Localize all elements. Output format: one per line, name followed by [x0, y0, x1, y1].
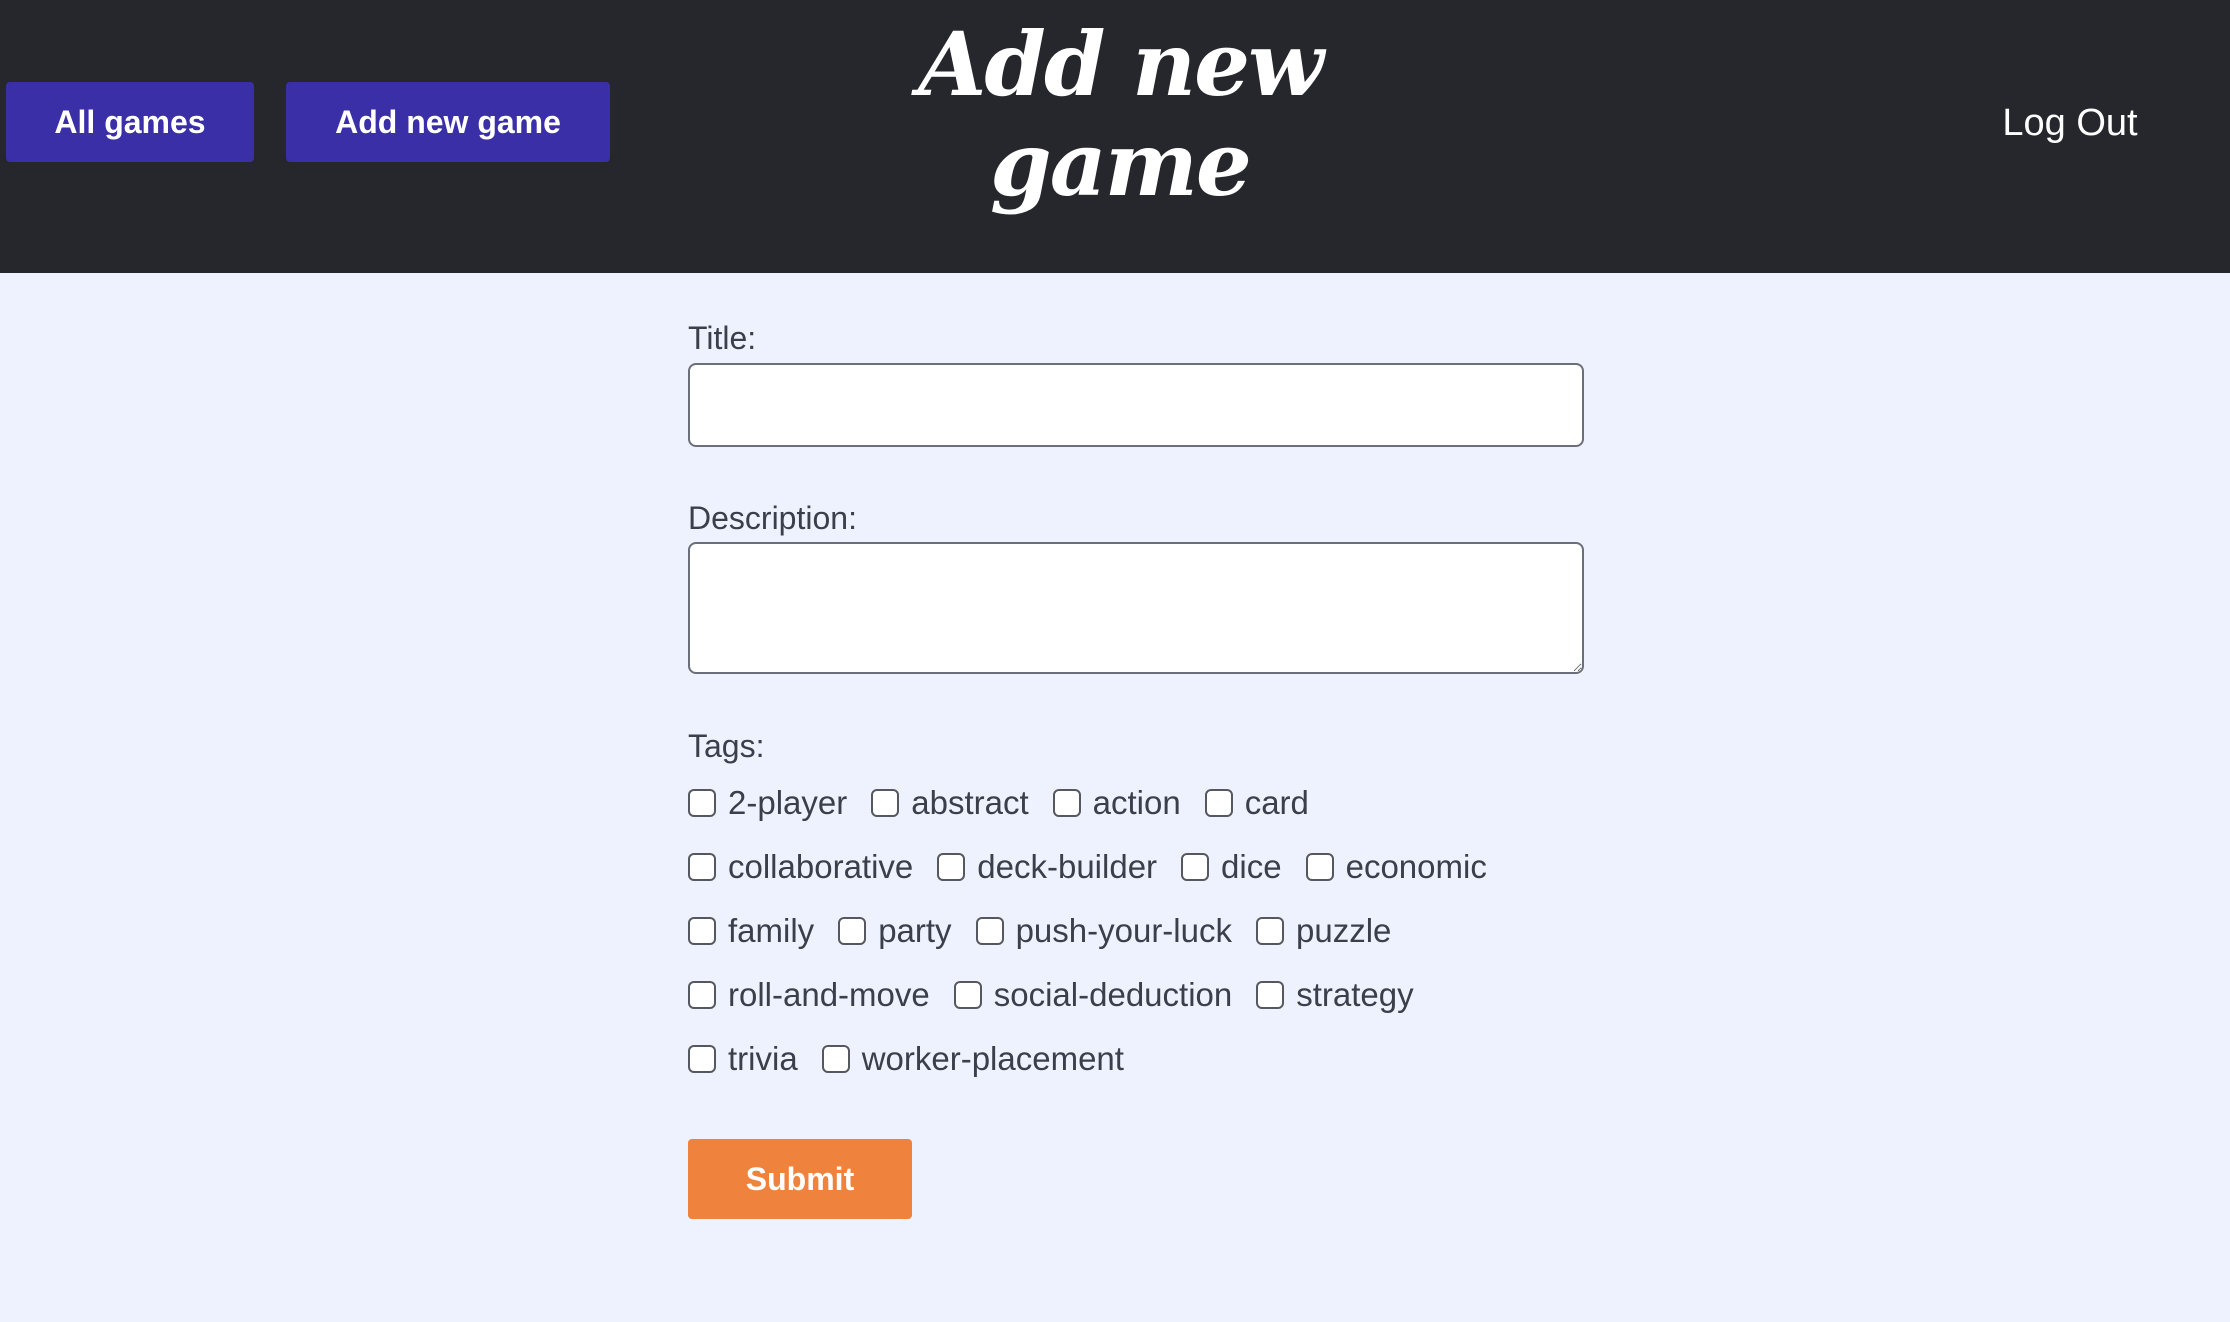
page-title: Add new game [918, 12, 1324, 216]
checkbox[interactable] [1204, 789, 1233, 817]
tags-label: Tags: [688, 728, 765, 764]
tag-label: worker-placement [861, 1040, 1124, 1077]
tag-worker-placement[interactable]: worker-placement [821, 1037, 1124, 1081]
tag-label: roll-and-move [728, 976, 930, 1013]
tag-2-player[interactable]: 2-player [688, 781, 847, 825]
tag-label: puzzle [1295, 912, 1392, 949]
checkbox[interactable] [1181, 853, 1210, 881]
log-out-link[interactable]: Log Out [1960, 96, 2180, 150]
tag-label: social-deduction [993, 976, 1233, 1013]
checkbox[interactable] [1305, 853, 1334, 881]
tag-party[interactable]: party [838, 909, 952, 953]
checkbox[interactable] [953, 981, 982, 1009]
tag-economic[interactable]: economic [1305, 845, 1487, 889]
tag-label: dice [1221, 848, 1282, 885]
tag-row: roll-and-move social-deduction strategy [688, 973, 1438, 1017]
tag-label: party [878, 912, 952, 949]
tag-label: collaborative [728, 848, 914, 885]
tag-roll-and-move[interactable]: roll-and-move [688, 973, 930, 1017]
tag-row: 2-player abstract action card [688, 781, 1333, 825]
tag-family[interactable]: family [688, 909, 814, 953]
tag-label: card [1244, 784, 1309, 821]
tag-label: economic [1345, 848, 1487, 885]
tag-label: trivia [728, 1040, 798, 1077]
checkbox[interactable] [838, 917, 867, 945]
tag-deck-builder[interactable]: deck-builder [937, 845, 1157, 889]
tag-label: action [1092, 784, 1181, 821]
tag-strategy[interactable]: strategy [1256, 973, 1414, 1017]
description-textarea[interactable] [688, 542, 1584, 674]
checkbox[interactable] [1256, 981, 1285, 1009]
tag-row: family party push-your-luck puzzle [688, 909, 1415, 953]
title-label: Title: [688, 320, 757, 356]
tag-row: collaborative deck-builder dice economic [688, 845, 1511, 889]
tag-label: push-your-luck [1015, 912, 1232, 949]
tag-dice[interactable]: dice [1181, 845, 1282, 889]
all-games-button[interactable]: All games [6, 82, 254, 162]
checkbox[interactable] [688, 1045, 716, 1073]
checkbox[interactable] [688, 789, 716, 817]
tag-action[interactable]: action [1052, 781, 1181, 825]
tag-trivia[interactable]: trivia [688, 1037, 798, 1081]
checkbox[interactable] [1052, 789, 1081, 817]
checkbox[interactable] [688, 917, 716, 945]
add-new-game-button[interactable]: Add new game [286, 82, 610, 162]
tag-collaborative[interactable]: collaborative [688, 845, 913, 889]
checkbox[interactable] [821, 1045, 850, 1073]
tag-push-your-luck[interactable]: push-your-luck [975, 909, 1232, 953]
checkbox[interactable] [871, 789, 900, 817]
checkbox[interactable] [1255, 917, 1284, 945]
checkbox[interactable] [688, 981, 716, 1009]
header-bar: All games Add new game Add new game Log … [0, 0, 2230, 273]
tag-card[interactable]: card [1204, 781, 1309, 825]
tag-label: 2-player [728, 784, 848, 821]
tag-label: deck-builder [977, 848, 1158, 885]
tag-social-deduction[interactable]: social-deduction [953, 973, 1233, 1017]
submit-button[interactable]: Submit [688, 1139, 912, 1219]
tag-abstract[interactable]: abstract [871, 781, 1029, 825]
description-label: Description: [688, 500, 857, 536]
checkbox[interactable] [937, 853, 966, 881]
tag-puzzle[interactable]: puzzle [1255, 909, 1392, 953]
checkbox[interactable] [975, 917, 1004, 945]
title-input[interactable] [688, 363, 1584, 447]
tag-label: family [728, 912, 815, 949]
tag-label: strategy [1296, 976, 1414, 1013]
tag-row: trivia worker-placement [688, 1037, 1148, 1081]
checkbox[interactable] [688, 853, 716, 881]
tag-label: abstract [911, 784, 1029, 821]
